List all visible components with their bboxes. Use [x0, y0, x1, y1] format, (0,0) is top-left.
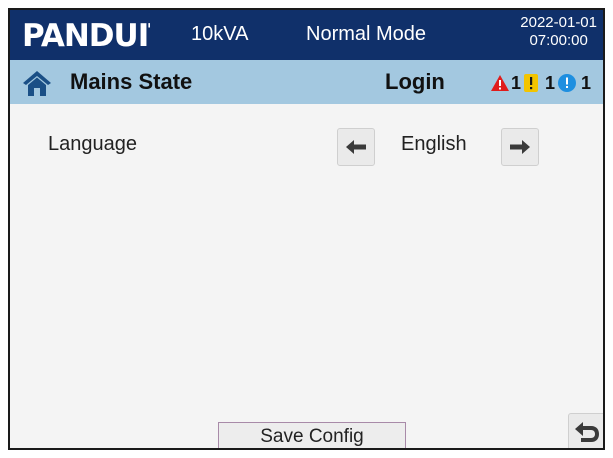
- page-title: Mains State: [70, 69, 193, 94]
- svg-text:PANDUIT: PANDUIT: [22, 18, 150, 53]
- language-value: English: [401, 133, 467, 155]
- operating-mode: Normal Mode: [306, 23, 427, 45]
- back-button[interactable]: [568, 413, 603, 448]
- info-alarm-count: 1: [581, 72, 592, 93]
- arrow-left-icon: [346, 140, 366, 154]
- top-bar: PANDUIT 10kVA Normal Mode 2022-01-01 07:…: [10, 10, 603, 60]
- ups-screen: PANDUIT 10kVA Normal Mode 2022-01-01 07:…: [8, 8, 605, 450]
- save-config-button[interactable]: Save Config: [218, 422, 406, 448]
- brand-logo: PANDUIT: [22, 15, 170, 61]
- login-button[interactable]: Login: [385, 69, 445, 95]
- language-prev-button[interactable]: [337, 128, 375, 166]
- warning-alarm-count: 1: [545, 72, 556, 93]
- back-icon: [575, 422, 599, 442]
- language-next-button[interactable]: [501, 128, 539, 166]
- time-text: 07:00:00: [529, 32, 588, 49]
- arrow-right-icon: [510, 140, 530, 154]
- status-bar: Mains State Login 1 1 1: [10, 60, 603, 104]
- critical-alarm-icon: [491, 75, 509, 91]
- info-alarm-icon: [558, 74, 577, 92]
- home-icon[interactable]: [22, 68, 52, 98]
- datetime: 2022-01-01 07:00:00: [520, 14, 597, 50]
- critical-alarm-count: 1: [511, 72, 522, 93]
- ups-model: 10kVA: [191, 23, 249, 45]
- warning-alarm-icon: [524, 74, 539, 92]
- alarm-summary[interactable]: 1 1 1: [490, 71, 593, 95]
- date-text: 2022-01-01: [520, 14, 597, 31]
- language-label: Language: [48, 133, 137, 155]
